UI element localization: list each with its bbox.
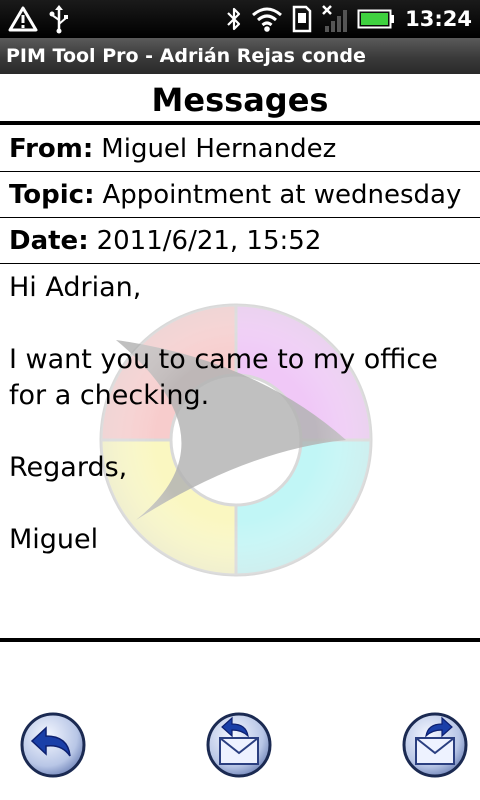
from-label: From: — [9, 134, 94, 164]
date-label: Date: — [9, 226, 89, 256]
date-value: 2011/6/21, 15:52 — [96, 226, 322, 256]
usb-icon — [49, 5, 68, 34]
warning-icon — [8, 6, 38, 32]
bluetooth-icon — [227, 7, 241, 31]
from-value: Miguel Hernandez — [101, 134, 337, 164]
date-row: Date: 2011/6/21, 15:52 — [0, 218, 480, 264]
message-body: Hi Adrian, I want you to came to my offi… — [9, 272, 438, 555]
from-row: From: Miguel Hernandez — [0, 126, 480, 172]
status-bar: 13:24 — [0, 0, 480, 38]
reply-button[interactable] — [206, 712, 272, 778]
forward-button[interactable] — [402, 712, 468, 778]
header-divider — [0, 121, 480, 125]
topic-row: Topic: Appointment at wednesday — [0, 172, 462, 218]
topic-value: Appointment at wednesday — [102, 180, 462, 210]
battery-icon — [357, 9, 395, 29]
back-button[interactable] — [20, 712, 86, 778]
page-title: Messages — [151, 81, 329, 119]
topic-label: Topic: — [9, 180, 95, 210]
status-clock: 13:24 — [405, 7, 472, 31]
body-divider — [0, 638, 480, 642]
wifi-icon — [252, 7, 283, 32]
sd-card-icon — [292, 5, 312, 33]
row-divider — [0, 263, 480, 264]
no-signal-icon — [322, 5, 348, 32]
app-title-bar: PIM Tool Pro - Adrián Rejas conde — [0, 38, 480, 74]
